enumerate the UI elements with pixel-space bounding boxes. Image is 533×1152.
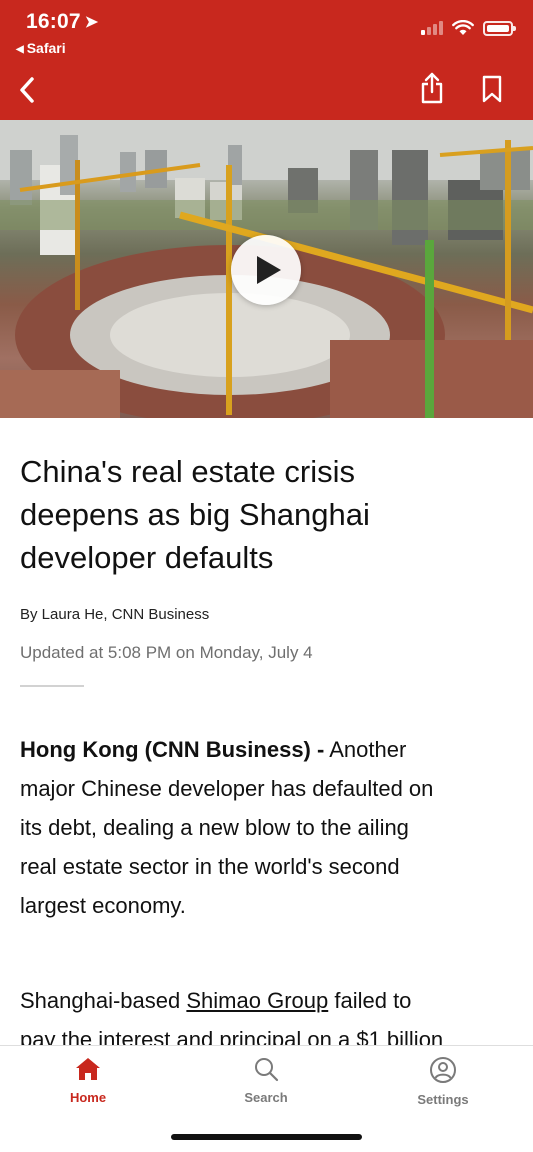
article-paragraph-1: Hong Kong (CNN Business) - Another major… (20, 730, 515, 925)
tab-settings[interactable]: Settings (393, 1056, 493, 1107)
home-indicator[interactable] (171, 1134, 362, 1140)
back-triangle-icon: ◀ (16, 44, 24, 55)
bookmark-button[interactable] (478, 72, 506, 106)
article-headline: China's real estate crisis deepens as bi… (20, 450, 500, 579)
article-dateline: Hong Kong (CNN Business) - (20, 737, 325, 762)
tab-search-label: Search (244, 1090, 288, 1105)
share-button[interactable] (418, 70, 446, 106)
para2-suffix: failed to (334, 988, 412, 1013)
back-to-safari-link[interactable]: ◀ Safari (16, 40, 66, 56)
article-byline: By Laura He, CNN Business (20, 606, 210, 623)
para1-line-5: largest economy. (20, 893, 186, 918)
headline-line-2: deepens as big Shanghai (20, 497, 370, 532)
para1-line-4: real estate sector in the world's second (20, 854, 400, 879)
tab-home-label: Home (69, 1090, 107, 1105)
headline-line-1: China's real estate crisis (20, 454, 355, 489)
play-icon (257, 256, 281, 284)
para2-prefix: Shanghai-based (20, 988, 181, 1013)
play-video-button[interactable] (231, 235, 301, 305)
status-time-text: 16:07 (26, 10, 81, 33)
shimao-group-link[interactable]: Shimao Group (186, 988, 328, 1013)
section-divider (20, 685, 84, 687)
top-header: 16:07 ➤ ◀ Safari (0, 0, 533, 120)
chevron-left-icon (20, 77, 34, 103)
search-icon (255, 1058, 279, 1082)
battery-icon (483, 20, 516, 36)
status-time: 16:07 ➤ (26, 10, 98, 34)
tab-settings-label: Settings (417, 1092, 469, 1107)
back-button[interactable] (12, 72, 42, 108)
wifi-icon (452, 20, 474, 35)
home-icon (76, 1058, 100, 1080)
status-indicators (421, 20, 516, 36)
para1-line-2: major Chinese developer has defaulted on (20, 776, 434, 801)
location-arrow-icon: ➤ (84, 14, 99, 31)
back-to-safari-label: Safari (26, 40, 66, 56)
settings-icon (430, 1057, 456, 1083)
share-icon (421, 72, 443, 104)
cellular-signal-icon (421, 21, 443, 35)
bookmark-icon (482, 75, 502, 103)
article-updated-time: Updated at 5:08 PM on Monday, July 4 (20, 643, 313, 662)
para1-line-3: its debt, dealing a new blow to the aili… (20, 815, 409, 840)
hero-video-thumbnail[interactable] (0, 120, 533, 418)
para1-line-1: Another (329, 737, 407, 762)
tab-search[interactable]: Search (216, 1056, 316, 1105)
headline-line-3: developer defaults (20, 540, 274, 575)
tab-home[interactable]: Home (38, 1056, 138, 1105)
